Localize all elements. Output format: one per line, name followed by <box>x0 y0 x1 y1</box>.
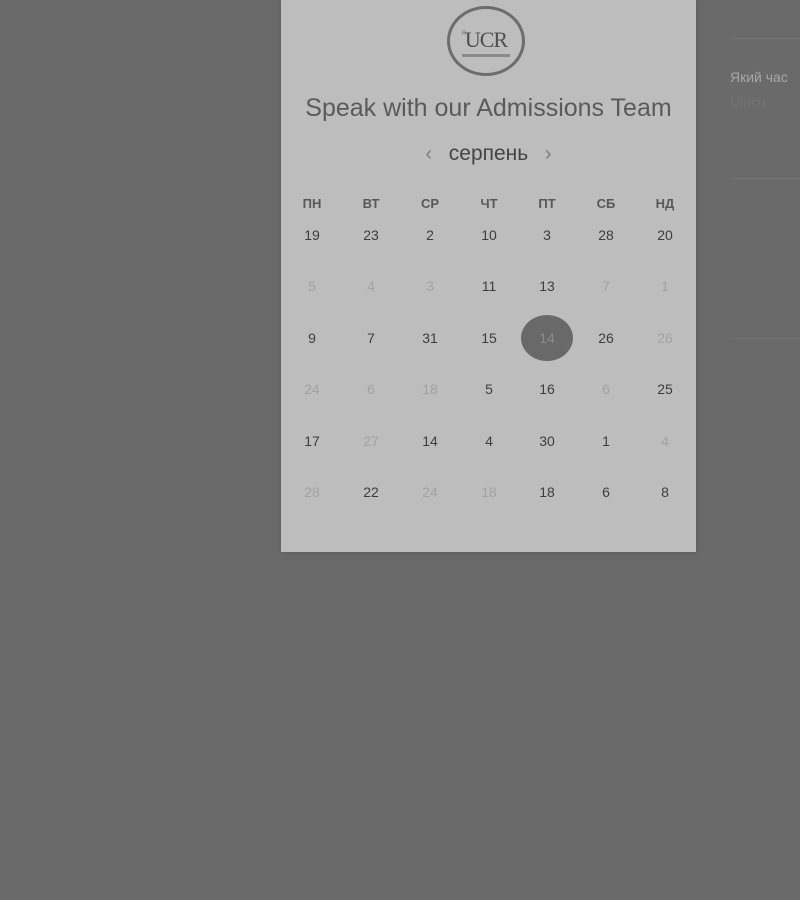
month-label: серпень <box>448 142 529 165</box>
divider <box>732 338 800 339</box>
calendar-day[interactable]: 11 <box>463 263 515 309</box>
calendar-day[interactable]: 17 <box>286 418 338 464</box>
calendar-day: 24 <box>304 381 320 397</box>
calendar-day[interactable]: 20 <box>639 212 691 258</box>
calendar-day[interactable]: 23 <box>345 212 397 258</box>
calendar-day[interactable]: 19 <box>286 212 338 258</box>
calendar-day: 3 <box>426 278 434 294</box>
calendar-day: 18 <box>422 381 438 397</box>
booking-modal: R UCR Speak with our Admissions Team ‹ с… <box>281 0 696 552</box>
calendar-day[interactable]: 14 <box>404 418 456 464</box>
calendar-day[interactable]: 4 <box>463 418 515 464</box>
calendar-day[interactable]: 25 <box>639 366 691 412</box>
calendar-day[interactable]: 13 <box>521 263 573 309</box>
calendar-day: 5 <box>308 278 316 294</box>
page-title: Speak with our Admissions Team <box>305 94 672 122</box>
weekday-label: ПН <box>302 196 322 211</box>
divider <box>732 38 800 39</box>
calendar-day: 1 <box>661 278 669 294</box>
selected-date[interactable]: 14 <box>521 315 573 361</box>
calendar-day[interactable]: 18 <box>521 469 573 515</box>
weekday-label: ВТ <box>362 196 380 211</box>
calendar-day[interactable]: 28 <box>580 212 632 258</box>
logo-text: UCR <box>464 27 508 52</box>
calendar-day[interactable]: 15 <box>463 315 515 361</box>
calendar-day: 6 <box>602 381 610 397</box>
calendar-day: 26 <box>657 330 673 346</box>
calendar-day: 7 <box>602 278 610 294</box>
month-navigation: ‹ серпень › <box>281 139 696 169</box>
chevron-right-icon[interactable]: › <box>538 140 558 168</box>
calendar-day[interactable]: 2 <box>404 212 456 258</box>
ucr-logo: R UCR <box>447 6 525 76</box>
calendar-day: 4 <box>367 278 375 294</box>
calendar-day[interactable]: 6 <box>580 469 632 515</box>
divider <box>732 178 800 179</box>
calendar-day[interactable]: 3 <box>521 212 573 258</box>
calendar-day[interactable]: 8 <box>639 469 691 515</box>
weekday-label: СБ <box>596 196 616 211</box>
calendar-day[interactable]: 31 <box>404 315 456 361</box>
calendar-day[interactable]: 5 <box>463 366 515 412</box>
calendar-day: 18 <box>481 484 497 500</box>
calendar-day[interactable]: 16 <box>521 366 573 412</box>
background-side-panel: Який час Ulrich <box>712 0 800 340</box>
weekday-label: НД <box>655 196 675 211</box>
calendar-day[interactable]: 26 <box>580 315 632 361</box>
calendar-day[interactable]: 10 <box>463 212 515 258</box>
calendar-day: 24 <box>422 484 438 500</box>
side-subtext: Ulrich <box>730 94 766 110</box>
calendar-day[interactable]: 1 <box>580 418 632 464</box>
chevron-left-icon[interactable]: ‹ <box>419 140 439 168</box>
side-question-text: Який час <box>730 69 788 85</box>
calendar-day[interactable]: 30 <box>521 418 573 464</box>
calendar-day: 28 <box>304 484 320 500</box>
calendar-day[interactable]: 9 <box>286 315 338 361</box>
calendar-day: 27 <box>363 433 379 449</box>
calendar-day[interactable]: 7 <box>345 315 397 361</box>
calendar-day: 4 <box>661 433 669 449</box>
logo-underline <box>462 54 510 57</box>
weekday-label: ЧТ <box>480 196 498 211</box>
calendar-day[interactable]: 22 <box>345 469 397 515</box>
weekday-label: СР <box>420 196 440 211</box>
weekday-label: ПТ <box>538 196 556 211</box>
calendar-day: 6 <box>367 381 375 397</box>
